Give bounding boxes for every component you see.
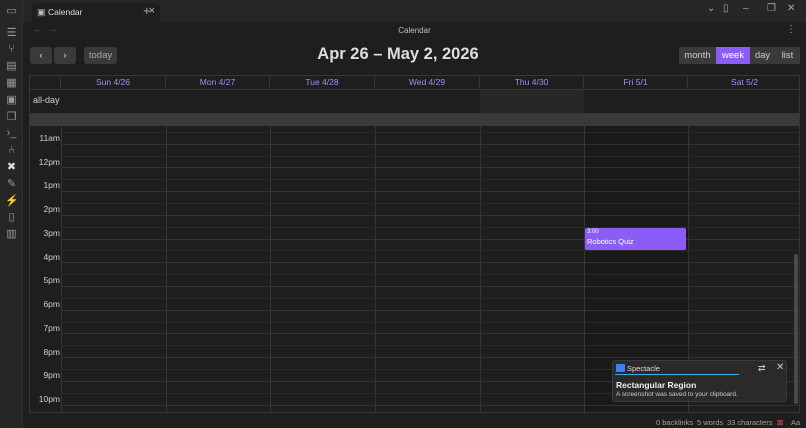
day-header: Tue 4/28	[270, 76, 375, 90]
notification-title: Rectangular Region	[616, 380, 697, 390]
hour-label: 5pm	[43, 275, 60, 285]
character-count: 33 characters	[727, 418, 773, 427]
hour-label: 8pm	[43, 347, 60, 357]
hour-label: 2pm	[43, 204, 60, 214]
tab-title: Calendar	[48, 7, 83, 17]
new-tab-icon[interactable]: +	[143, 3, 151, 18]
sidebar-toggle-icon[interactable]: ▭	[5, 5, 18, 18]
half-hour-line	[61, 274, 799, 275]
hour-label: 12pm	[38, 157, 60, 167]
prev-button[interactable]: ‹	[30, 47, 52, 64]
half-hour-line	[61, 179, 799, 180]
plugin-icon[interactable]: ⚡	[5, 195, 19, 208]
tools-icon[interactable]: ✖	[5, 161, 18, 174]
sync-status-icon[interactable]: ⊠	[777, 418, 783, 427]
calendar-icon[interactable]: ▣	[5, 94, 18, 107]
hour-line	[61, 405, 799, 406]
hour-line	[61, 191, 799, 192]
view-title: Calendar	[398, 26, 431, 35]
minimize-icon[interactable]: –	[743, 3, 749, 14]
hour-label: 6pm	[43, 299, 60, 309]
half-hour-line	[61, 156, 799, 157]
font-size-toggle[interactable]: Aa	[791, 418, 800, 427]
hour-label: 11am	[39, 133, 60, 143]
backlinks-count[interactable]: 0 backlinks	[656, 418, 693, 427]
calendar-tab-icon: ▣	[37, 7, 46, 17]
hour-line	[61, 262, 799, 263]
tab-bar: ▣ Calendar × + ⌄ ▯ – ❐ ✕	[23, 0, 806, 22]
hour-line	[61, 167, 799, 168]
half-hour-line	[61, 298, 799, 299]
view-switcher: month week day list	[679, 47, 800, 64]
grid-icon[interactable]: ▦	[5, 77, 18, 90]
half-hour-line	[61, 345, 799, 346]
today-button[interactable]: today	[84, 47, 117, 64]
half-hour-line	[61, 250, 799, 251]
event-time: 3:00	[587, 229, 599, 235]
allday-divider	[30, 114, 799, 126]
hour-line	[61, 286, 799, 287]
git-icon[interactable]: ⑃	[5, 144, 18, 157]
day-view-button[interactable]: day	[750, 47, 775, 64]
files-icon[interactable]: ☰	[5, 27, 18, 40]
restore-icon[interactable]: ❐	[767, 3, 776, 14]
day-header: Sun 4/26	[61, 76, 166, 90]
vertical-scrollbar[interactable]	[794, 254, 798, 404]
day-header: Mon 4/27	[166, 76, 270, 90]
hour-label: 3pm	[43, 228, 60, 238]
event-title: Robotics Quiz	[587, 237, 634, 246]
notification-app-name: Spectacle	[627, 364, 660, 373]
screenshot-notification[interactable]: Spectacle ⇄ ✕ Rectangular Region A scree…	[612, 360, 787, 402]
half-hour-line	[61, 322, 799, 323]
hour-label: 1pm	[43, 180, 60, 190]
notification-body: A screenshot was saved to your clipboard…	[616, 391, 738, 398]
close-icon[interactable]: ✕	[776, 362, 784, 373]
hour-line	[61, 215, 799, 216]
clipboard-icon[interactable]: ▯	[5, 211, 18, 224]
day-header: Sat 5/2	[688, 76, 799, 90]
terminal-icon[interactable]: ›_	[5, 127, 18, 140]
left-ribbon: ▭ ☰ ⑂ ▤ ▦ ▣ ❐ ›_ ⑃ ✖ ✎ ⚡ ▯ ▥	[0, 0, 23, 428]
hour-line	[61, 310, 799, 311]
brush-icon[interactable]: ✎	[5, 178, 18, 191]
hour-label: 7pm	[43, 323, 60, 333]
hour-line	[61, 357, 799, 358]
copy-icon[interactable]: ❐	[5, 111, 18, 124]
half-hour-line	[61, 227, 799, 228]
month-view-button[interactable]: month	[679, 47, 716, 64]
calendar-event[interactable]: 3:00 Robotics Quiz	[585, 228, 686, 250]
close-window-icon[interactable]: ✕	[787, 3, 795, 14]
configure-icon[interactable]: ⇄	[758, 363, 766, 374]
status-bar: 0 backlinks 5 words 33 characters ⊠ Aa	[650, 416, 806, 428]
word-count: 5 words	[697, 418, 724, 427]
hour-line	[61, 333, 799, 334]
week-view-button[interactable]: week	[716, 47, 750, 64]
hour-line	[61, 239, 799, 240]
graph-icon[interactable]: ⑂	[5, 43, 18, 56]
allday-label: all-day	[33, 95, 60, 105]
sidebar-right-icon[interactable]: ▯	[723, 3, 729, 14]
more-options-icon[interactable]: ⋮	[786, 24, 796, 35]
hour-label: 10pm	[38, 394, 60, 404]
page-icon[interactable]: ▤	[5, 60, 18, 73]
view-header: ← → Calendar ⋮	[23, 22, 806, 39]
allday-row[interactable]	[30, 90, 799, 114]
range-title: Apr 26 – May 2, 2026	[317, 45, 479, 63]
day-header: Fri 5/1	[584, 76, 688, 90]
notification-progress-line	[615, 374, 739, 375]
half-hour-line	[61, 132, 799, 133]
next-button[interactable]: ›	[54, 47, 76, 64]
spectacle-app-icon	[616, 364, 625, 372]
tab-calendar[interactable]: ▣ Calendar ×	[32, 3, 160, 22]
day-header: Wed 4/29	[375, 76, 480, 90]
hour-line	[61, 144, 799, 145]
calendar-small-icon[interactable]: ▥	[5, 228, 18, 241]
hour-label: 4pm	[43, 252, 60, 262]
hour-label: 9pm	[43, 370, 60, 380]
day-header: Thu 4/30	[480, 76, 584, 90]
list-view-button[interactable]: list	[775, 47, 800, 64]
half-hour-line	[61, 203, 799, 204]
chevron-down-icon[interactable]: ⌄	[707, 3, 715, 14]
axis-header	[30, 76, 61, 90]
